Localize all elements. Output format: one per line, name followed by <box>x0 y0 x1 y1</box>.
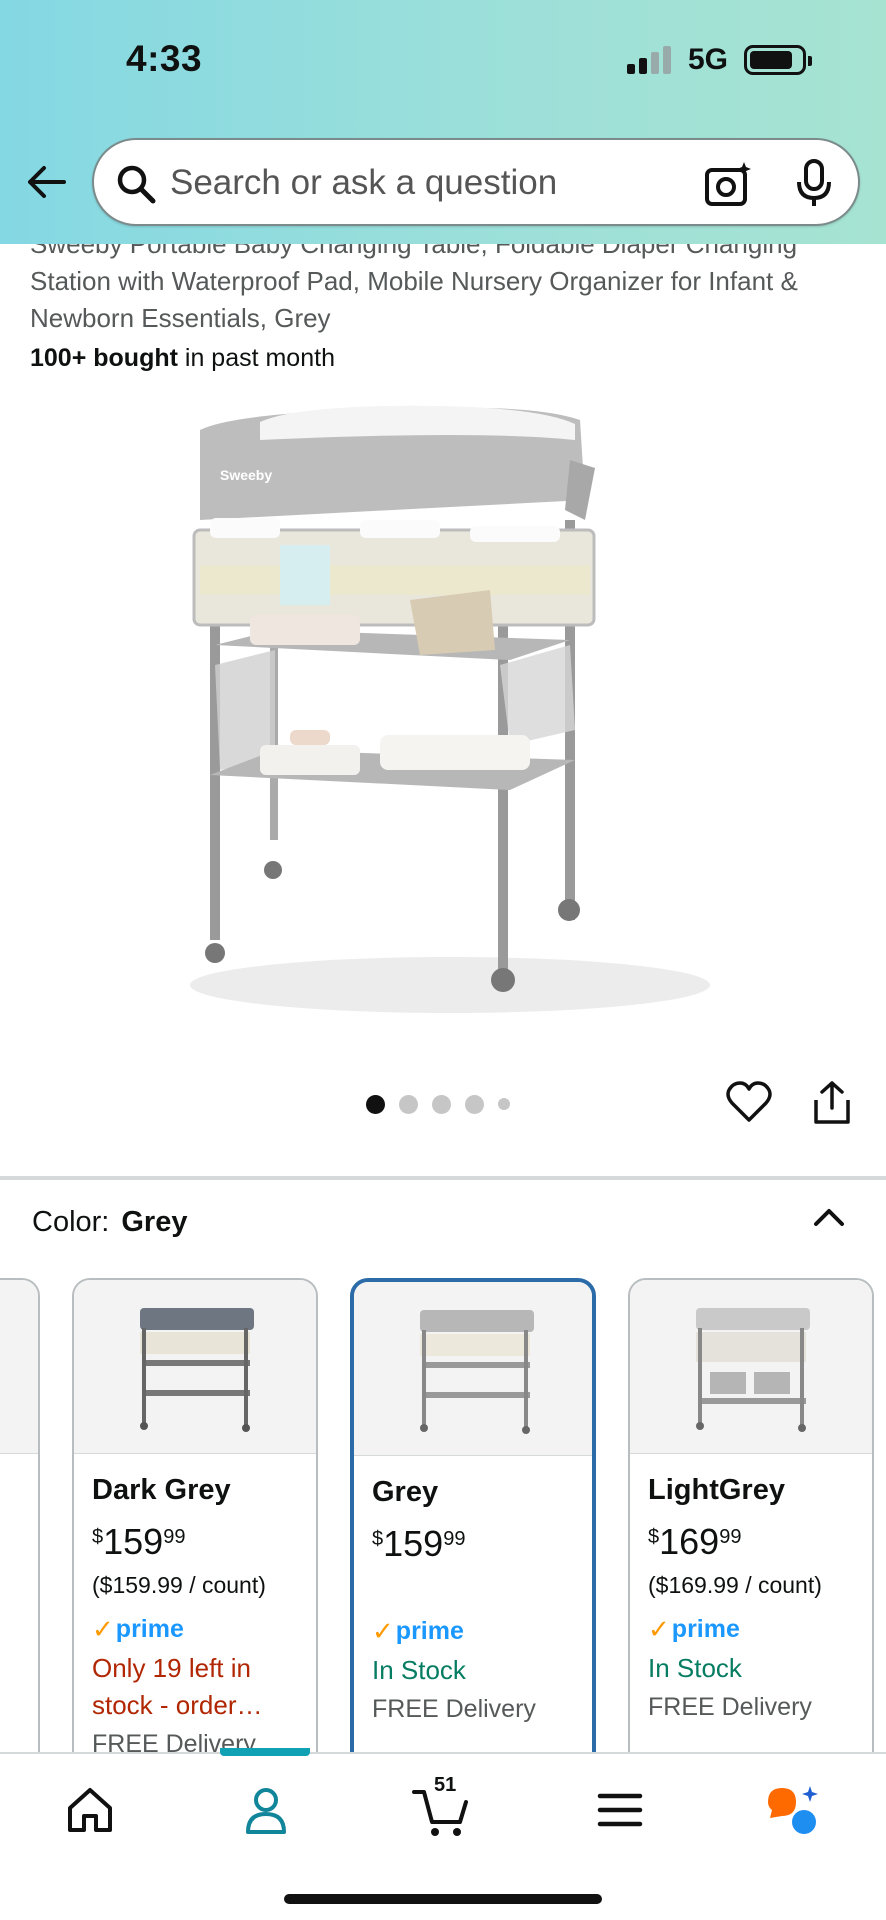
network-label: 5G <box>688 43 729 76</box>
brand-logo: Sweeby <box>220 467 272 483</box>
bought-bold: 100+ bought <box>30 344 178 372</box>
variant-carousel[interactable]: Dark Grey $15999 ($159.99 / count) ✓ prim… <box>0 1278 886 1754</box>
variant-name: Grey <box>372 1476 439 1508</box>
active-tab-indicator <box>220 1748 310 1756</box>
prime-check-icon: ✓ <box>92 1613 114 1644</box>
pagination-dot[interactable] <box>399 1094 418 1114</box>
bought-rest: in past month <box>177 344 335 372</box>
variant-thumbnail <box>74 1280 316 1454</box>
variant-card-light-grey[interactable]: LightGrey $16999 ($169.99 / count) ✓ prim… <box>628 1278 874 1754</box>
prime-badge: ✓ prime <box>372 1615 464 1646</box>
header: 4:33 5G <box>0 0 886 244</box>
chevron-up-icon[interactable] <box>812 1200 846 1234</box>
search-bar[interactable] <box>92 138 860 226</box>
prime-check-icon: ✓ <box>648 1613 670 1644</box>
section-divider <box>0 1176 886 1180</box>
pagination-dot[interactable] <box>498 1098 510 1110</box>
pagination-dot[interactable] <box>465 1094 484 1114</box>
variant-unit-price: ($159.99 / count) <box>92 1572 266 1598</box>
product-image[interactable]: Sweeby <box>180 400 720 1020</box>
color-value: Grey <box>121 1206 188 1238</box>
variant-unit-price: ($169.99 / count) <box>648 1572 822 1598</box>
variant-unit-price <box>372 1574 574 1604</box>
variant-image <box>420 1310 534 1434</box>
status-time: 4:33 <box>126 38 203 79</box>
title-region: Sweeby Portable Baby Changing Table, Fol… <box>0 244 886 334</box>
variant-thumbnail <box>354 1282 592 1456</box>
variant-name: LightGrey <box>648 1474 785 1506</box>
variant-card-grey[interactable]: Grey $15999 ✓ prime In Stock FREE Deliver… <box>350 1278 596 1754</box>
variant-delivery: FREE Delivery <box>372 1695 536 1723</box>
search-input[interactable] <box>170 158 670 208</box>
search-icon <box>117 165 156 204</box>
battery-icon <box>744 45 812 75</box>
signal-icon <box>627 46 671 74</box>
color-label: Color: <box>32 1206 110 1238</box>
variant-image <box>696 1308 810 1432</box>
variant-thumbnail <box>0 1280 38 1454</box>
prime-check-icon: ✓ <box>372 1615 394 1646</box>
variant-price: $16999 <box>648 1521 742 1562</box>
variant-delivery: FREE Delivery <box>648 1693 812 1721</box>
prime-badge: ✓ prime <box>92 1613 184 1644</box>
camera-search-icon[interactable] <box>704 160 752 208</box>
account-icon[interactable] <box>236 1780 296 1840</box>
back-arrow-icon[interactable] <box>24 160 68 204</box>
color-selector-label: Color: Grey <box>32 1206 187 1239</box>
variant-stock: Only 19 left in stock - order… <box>92 1653 263 1720</box>
rufus-icon[interactable] <box>764 1780 824 1840</box>
pagination-dot[interactable] <box>432 1094 451 1114</box>
image-pagination[interactable] <box>366 1093 510 1115</box>
home-icon[interactable] <box>60 1780 120 1840</box>
menu-icon[interactable] <box>590 1780 650 1840</box>
product-title[interactable]: Sweeby Portable Baby Changing Table, Fol… <box>30 244 866 334</box>
variant-price: $15999 <box>92 1521 186 1562</box>
home-indicator <box>284 1894 602 1904</box>
cart-icon[interactable] <box>412 1780 472 1840</box>
pagination-dot[interactable] <box>366 1094 385 1114</box>
variant-image <box>140 1308 254 1432</box>
microphone-icon[interactable] <box>794 158 834 208</box>
variant-stock: In Stock <box>372 1655 466 1685</box>
variant-card-partial[interactable] <box>0 1278 40 1754</box>
variant-stock: In Stock <box>648 1653 742 1683</box>
bottom-navigation: 51 <box>0 1748 886 1920</box>
variant-name: Dark Grey <box>92 1474 231 1506</box>
variant-price: $15999 <box>372 1523 466 1564</box>
bought-count: 100+ bought in past month <box>30 344 335 373</box>
variant-card-dark-grey[interactable]: Dark Grey $15999 ($159.99 / count) ✓ prim… <box>72 1278 318 1754</box>
heart-icon[interactable] <box>726 1080 772 1124</box>
variant-thumbnail <box>630 1280 872 1454</box>
share-icon[interactable] <box>812 1080 852 1126</box>
prime-badge: ✓ prime <box>648 1613 740 1644</box>
